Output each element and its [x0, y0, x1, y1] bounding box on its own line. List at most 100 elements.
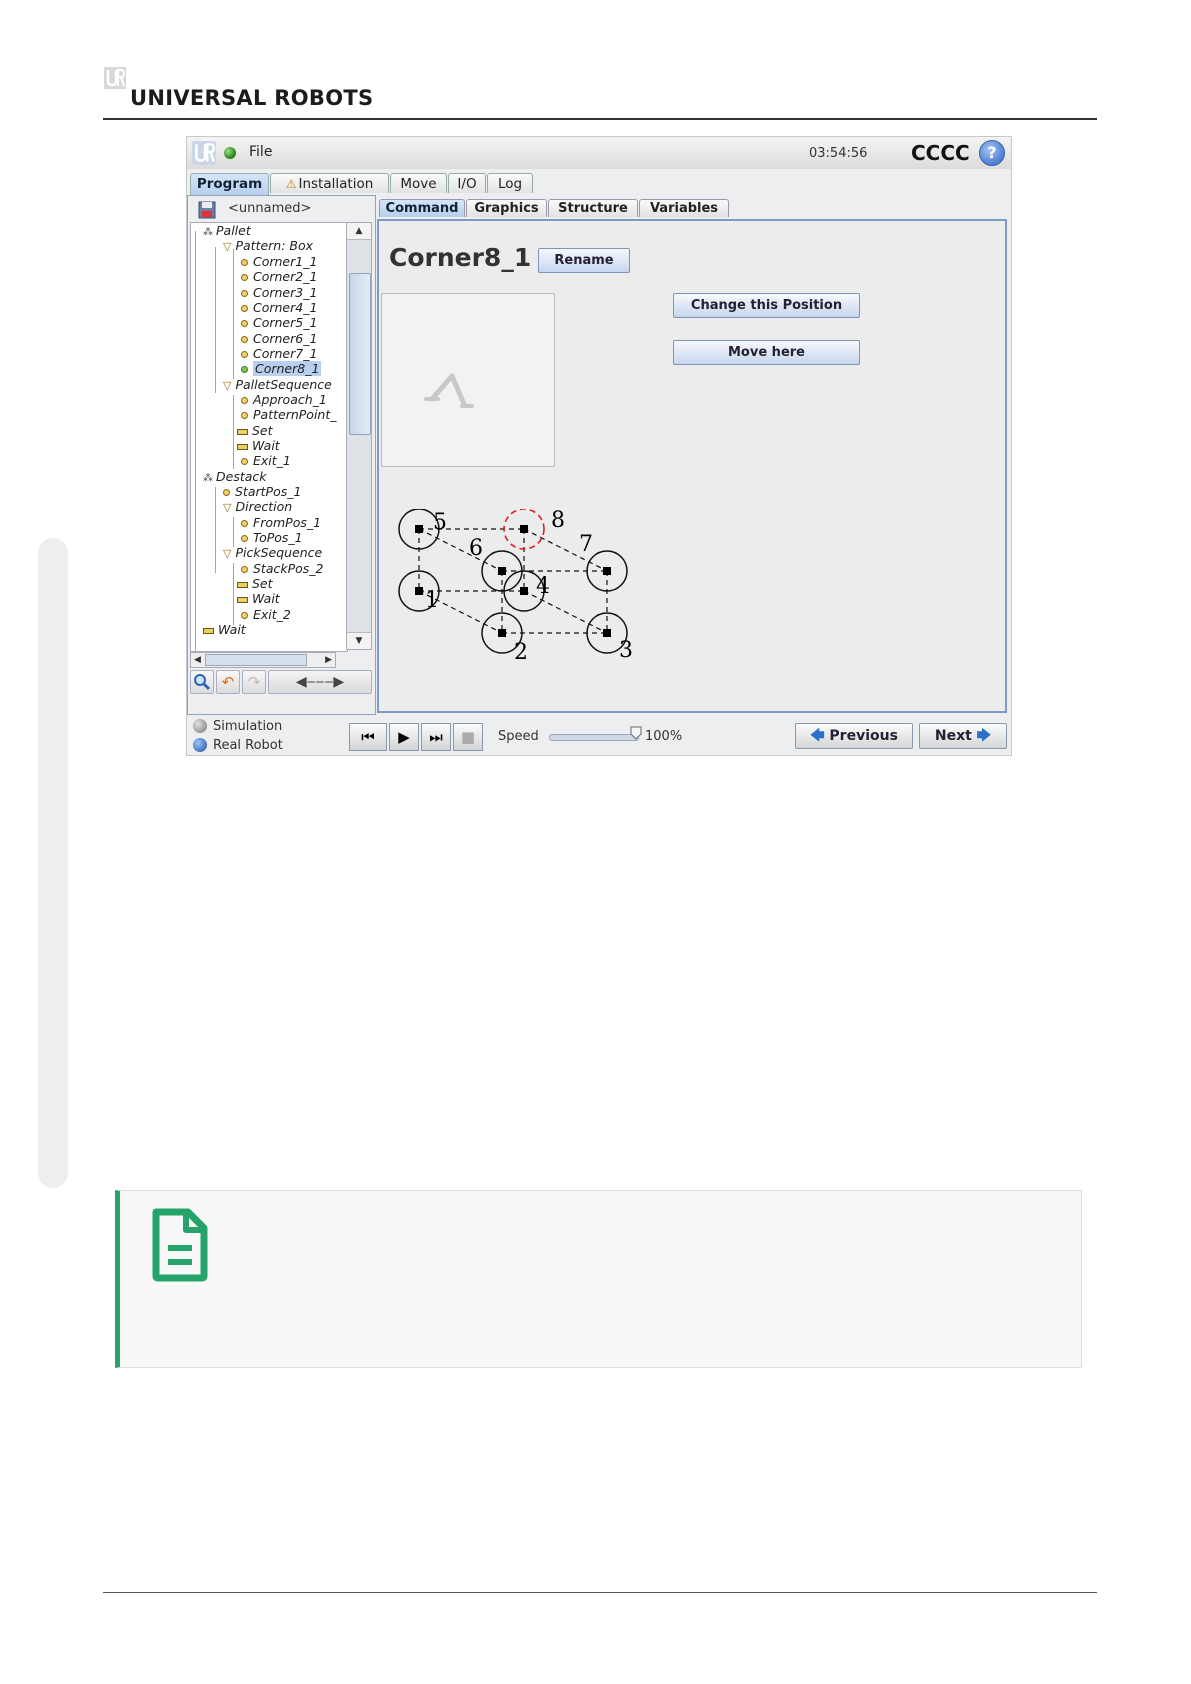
- tree-node-corner6[interactable]: Corner6_1: [241, 331, 317, 347]
- tab-structure[interactable]: Structure: [548, 199, 638, 217]
- corner-label-5: 5: [433, 510, 447, 535]
- step-icon[interactable]: ⏭: [421, 723, 451, 751]
- waypoint-icon: [241, 458, 248, 465]
- tab-graphics[interactable]: Graphics: [466, 199, 547, 217]
- tree-horizontal-scrollbar[interactable]: ◀ ▶: [190, 652, 336, 668]
- speed-value: 100%: [645, 729, 683, 744]
- rename-button[interactable]: Rename: [538, 248, 630, 273]
- tree-node-stackpos[interactable]: StackPos_2: [241, 561, 324, 577]
- tree-node-frompos[interactable]: FromPos_1: [241, 515, 321, 531]
- tree-node-approach[interactable]: Approach_1: [241, 392, 327, 408]
- tree-node-corner4[interactable]: Corner4_1: [241, 300, 317, 316]
- previous-label: Previous: [829, 728, 898, 744]
- tree-line: [215, 247, 216, 393]
- clock: 03:54:56: [809, 146, 868, 161]
- wait-icon: [203, 627, 214, 634]
- play-icon[interactable]: ▶: [389, 723, 419, 751]
- robot-preview[interactable]: [381, 293, 555, 467]
- file-menu[interactable]: File: [249, 144, 272, 160]
- scroll-up-icon[interactable]: ▲: [347, 223, 371, 240]
- wait-icon: [237, 596, 248, 603]
- tab-installation[interactable]: ⚠ Installation: [270, 173, 389, 193]
- tree-node-corner8[interactable]: Corner8_1: [241, 361, 322, 377]
- program-tree: ⁂ Pallet ▽ Pattern: Box Corner1_1 Corner2_…: [190, 222, 348, 652]
- tab-command[interactable]: Command: [379, 199, 465, 217]
- next-button[interactable]: Next 🡆: [919, 723, 1007, 749]
- tree-node-wait[interactable]: Wait: [237, 438, 280, 454]
- real-robot-radio-icon[interactable]: [193, 738, 207, 752]
- tab-log[interactable]: Log: [487, 173, 533, 193]
- tree-node-topos[interactable]: ToPos_1: [241, 530, 303, 546]
- tree-node-exit1[interactable]: Exit_1: [241, 453, 291, 469]
- undo-icon[interactable]: ↶: [216, 670, 240, 694]
- waypoint-icon: [241, 274, 248, 281]
- program-header: <unnamed>: [190, 198, 372, 220]
- waypoint-icon: [223, 489, 230, 496]
- tree-node-corner2[interactable]: Corner2_1: [241, 269, 317, 285]
- tree-node-set[interactable]: Set: [237, 423, 273, 439]
- tree-node-corner7[interactable]: Corner7_1: [241, 346, 317, 362]
- tree-node-startpos[interactable]: StartPos_1: [223, 484, 301, 500]
- speed-slider-knob-icon[interactable]: [630, 726, 642, 740]
- tree-node-wait-3[interactable]: Wait: [203, 622, 246, 638]
- tab-move[interactable]: Move: [390, 173, 447, 193]
- speed-label: Speed: [498, 729, 539, 744]
- simulation-radio-icon[interactable]: [193, 719, 207, 733]
- arrow-left-icon: 🡄: [810, 728, 825, 744]
- change-position-button[interactable]: Change this Position: [673, 293, 860, 318]
- wait-icon: [237, 443, 248, 450]
- tree-node-exit2[interactable]: Exit_2: [241, 607, 291, 623]
- program-tree-panel: <unnamed> ⁂ Pallet ▽ Pattern: Box Corner1_…: [187, 195, 376, 715]
- speed-slider[interactable]: [549, 734, 639, 741]
- tree-node-wait-2[interactable]: Wait: [237, 591, 280, 607]
- waypoint-icon: [241, 412, 248, 419]
- help-icon[interactable]: ?: [979, 140, 1005, 166]
- search-icon[interactable]: [190, 670, 214, 694]
- triangle-icon: ▽: [223, 501, 232, 514]
- command-area: Command Graphics Structure Variables Cor…: [377, 195, 1010, 715]
- move-node-arrows-icon[interactable]: ◀‒‒‒▶: [268, 670, 372, 694]
- move-here-button[interactable]: Move here: [673, 340, 860, 365]
- corner-label-6: 6: [469, 536, 483, 561]
- tree-node-pallet-sequence[interactable]: ▽ PalletSequence: [223, 377, 332, 393]
- previous-button[interactable]: 🡄 Previous: [795, 723, 913, 749]
- program-name: <unnamed>: [228, 201, 312, 216]
- tree-node-pallet[interactable]: ⁂ Pallet: [203, 223, 251, 239]
- ur-logo-icon: [192, 141, 216, 165]
- waypoint-icon: [241, 520, 248, 527]
- note-document-icon: [152, 1208, 208, 1282]
- robot-arm-icon: [424, 373, 474, 408]
- tree-node-direction[interactable]: ▽ Direction: [223, 499, 292, 515]
- scroll-thumb[interactable]: [205, 654, 307, 666]
- scroll-down-icon[interactable]: ▼: [347, 632, 371, 649]
- tree-node-pick-sequence[interactable]: ▽ PickSequence: [223, 545, 322, 561]
- tree-node-corner5[interactable]: Corner5_1: [241, 315, 317, 331]
- redo-icon[interactable]: ↷: [242, 670, 266, 694]
- tab-installation-label: Installation: [298, 176, 374, 192]
- tree-node-set-2[interactable]: Set: [237, 576, 273, 592]
- simulation-label[interactable]: Simulation: [213, 719, 282, 734]
- tree-line: [233, 563, 234, 625]
- header-divider: [103, 118, 1097, 120]
- scroll-left-icon[interactable]: ◀: [194, 653, 201, 667]
- scroll-right-icon[interactable]: ▶: [325, 653, 332, 667]
- tree-node-corner1[interactable]: Corner1_1: [241, 254, 317, 270]
- scroll-thumb[interactable]: [349, 273, 371, 435]
- warning-icon: ⚠: [285, 177, 297, 191]
- corner-label-8: 8: [551, 509, 565, 533]
- tree-node-pattern-box[interactable]: ▽ Pattern: Box: [223, 238, 313, 254]
- rewind-icon[interactable]: ⏮: [349, 723, 387, 751]
- real-robot-label[interactable]: Real Robot: [213, 738, 283, 753]
- tree-node-corner3[interactable]: Corner3_1: [241, 285, 317, 301]
- tab-variables[interactable]: Variables: [639, 199, 729, 217]
- save-icon[interactable]: [198, 201, 216, 219]
- triangle-icon: ▽: [223, 379, 232, 392]
- stop-icon[interactable]: ■: [453, 723, 483, 751]
- tree-toolbar: ↶ ↷ ◀‒‒‒▶: [190, 670, 374, 696]
- tab-io[interactable]: I/O: [448, 173, 486, 193]
- tree-vertical-scrollbar[interactable]: ▲ ▼: [346, 222, 372, 650]
- tree-node-pattern-point[interactable]: PatternPoint_: [241, 407, 336, 423]
- corner-label-3: 3: [619, 638, 633, 663]
- tab-program[interactable]: Program: [190, 173, 269, 195]
- tree-node-destack[interactable]: ⁂ Destack: [203, 469, 267, 485]
